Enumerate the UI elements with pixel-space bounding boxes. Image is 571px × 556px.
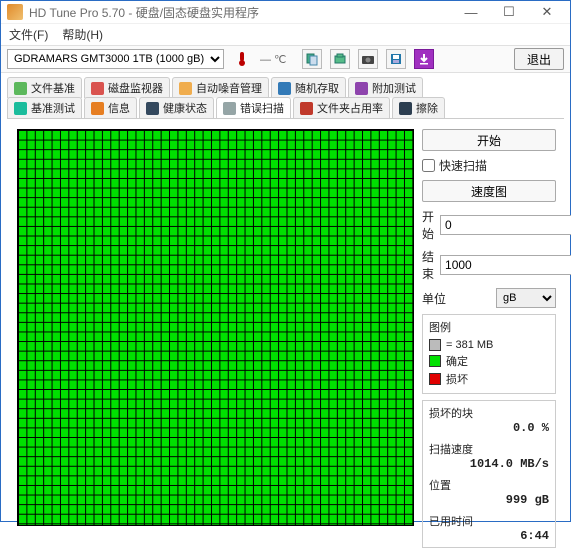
minimize-button[interactable]: — (454, 1, 488, 23)
window-controls: — ☐ ✕ (454, 1, 564, 23)
block-map (17, 129, 414, 526)
tab-info[interactable]: 信息 (84, 97, 137, 118)
temperature-value: — ℃ (260, 53, 286, 66)
side-panel: 开始 快速扫描 速度图 开始 ▲▼ 结束 ▲▼ 单位 gB (422, 129, 556, 548)
file-icon (14, 82, 27, 95)
start-button[interactable]: 开始 (422, 129, 556, 151)
legend-block-icon (429, 339, 441, 351)
tab-disk-monitor[interactable]: 磁盘监视器 (84, 77, 170, 98)
start-label: 开始 (422, 208, 434, 242)
menu-file[interactable]: 文件(F) (9, 26, 48, 43)
legend-damaged: 损坏 (446, 371, 468, 387)
end-input[interactable] (440, 255, 571, 275)
speed-map-button[interactable]: 速度图 (422, 180, 556, 202)
tab-aam[interactable]: 自动噪音管理 (172, 77, 269, 98)
menu-help[interactable]: 帮助(H) (62, 26, 103, 43)
tab-error-scan[interactable]: 错误扫描 (216, 97, 291, 118)
legend-block-size: = 381 MB (446, 339, 493, 351)
download-icon[interactable] (414, 49, 434, 69)
drive-select[interactable]: GDRAMARS GMT3000 1TB (1000 gB) (7, 49, 224, 69)
exit-button[interactable]: 退出 (514, 48, 564, 70)
scan-icon (223, 102, 236, 115)
sound-icon (179, 82, 192, 95)
legend-ok-icon (429, 355, 441, 367)
tab-strip: 文件基准 磁盘监视器 自动噪音管理 随机存取 附加测试 基准测试 信息 健康状态… (1, 73, 570, 118)
legend-title: 图例 (429, 319, 549, 335)
camera-icon[interactable] (358, 49, 378, 69)
menu-bar: 文件(F) 帮助(H) (1, 24, 570, 45)
elapsed-label: 已用时间 (429, 513, 549, 529)
stats-box: 损坏的块 0.0 % 扫描速度 1014.0 MB/s 位置 999 gB 已用… (422, 400, 556, 548)
app-icon (7, 4, 23, 20)
damaged-blocks-label: 损坏的块 (429, 405, 549, 421)
app-window: HD Tune Pro 5.70 - 硬盘/固态硬盘实用程序 — ☐ ✕ 文件(… (0, 0, 571, 522)
tabs-row-2: 基准测试 信息 健康状态 错误扫描 文件夹占用率 擦除 (7, 97, 564, 118)
monitor-icon (91, 82, 104, 95)
tab-random-access[interactable]: 随机存取 (271, 77, 346, 98)
legend-box: 图例 = 381 MB 确定 损坏 (422, 314, 556, 394)
tab-file-benchmark[interactable]: 文件基准 (7, 77, 82, 98)
random-icon (278, 82, 291, 95)
quick-scan-label: 快速扫描 (439, 157, 487, 174)
toolbar: GDRAMARS GMT3000 1TB (1000 gB) — ℃ 退出 (1, 45, 570, 73)
erase-icon (399, 102, 412, 115)
bench-icon (14, 102, 27, 115)
thermometer-icon (232, 49, 252, 69)
info-icon (91, 102, 104, 115)
title-bar: HD Tune Pro 5.70 - 硬盘/固态硬盘实用程序 — ☐ ✕ (1, 1, 570, 24)
copy-info-icon[interactable] (302, 49, 322, 69)
tab-extra-tests[interactable]: 附加测试 (348, 77, 423, 98)
close-button[interactable]: ✕ (530, 1, 564, 23)
content-area: 开始 快速扫描 速度图 开始 ▲▼ 结束 ▲▼ 单位 gB (7, 118, 564, 556)
start-input[interactable] (440, 215, 571, 235)
window-title: HD Tune Pro 5.70 - 硬盘/固态硬盘实用程序 (29, 4, 454, 21)
elapsed-value: 6:44 (429, 529, 549, 543)
folder-icon (300, 102, 313, 115)
maximize-button[interactable]: ☐ (492, 1, 526, 23)
extra-icon (355, 82, 368, 95)
end-label: 结束 (422, 248, 434, 282)
tab-health[interactable]: 健康状态 (139, 97, 214, 118)
health-icon (146, 102, 159, 115)
tab-erase[interactable]: 擦除 (392, 97, 445, 118)
tab-folder-usage[interactable]: 文件夹占用率 (293, 97, 390, 118)
legend-damaged-icon (429, 373, 441, 385)
legend-ok: 确定 (446, 353, 468, 369)
scan-speed-value: 1014.0 MB/s (429, 457, 549, 471)
scan-speed-label: 扫描速度 (429, 441, 549, 457)
tab-benchmark[interactable]: 基准测试 (7, 97, 82, 118)
unit-label: 单位 (422, 290, 490, 307)
quick-scan-checkbox[interactable] (422, 159, 435, 172)
tabs-row-1: 文件基准 磁盘监视器 自动噪音管理 随机存取 附加测试 (7, 77, 564, 98)
damaged-blocks-value: 0.0 % (429, 421, 549, 435)
save-icon[interactable] (386, 49, 406, 69)
screenshot-icon[interactable] (330, 49, 350, 69)
position-label: 位置 (429, 477, 549, 493)
position-value: 999 gB (429, 493, 549, 507)
unit-select[interactable]: gB (496, 288, 556, 308)
